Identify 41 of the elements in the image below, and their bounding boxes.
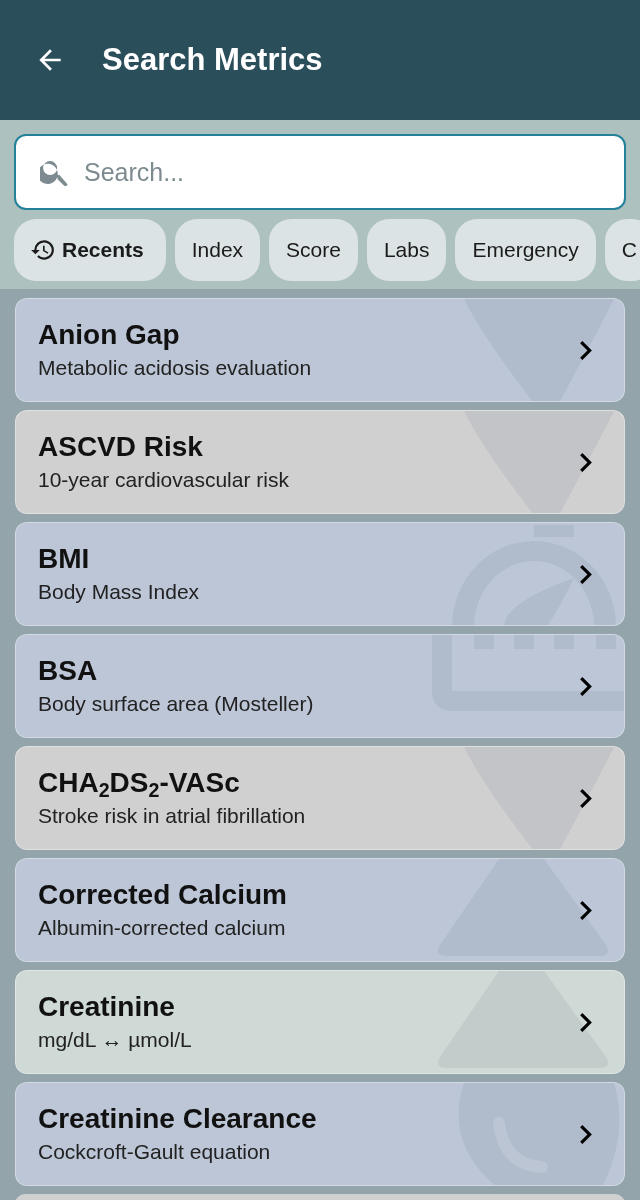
metric-card[interactable]: Anion Gap Metabolic acidosis evaluation: [15, 298, 625, 402]
metric-subtitle: Body surface area (Mosteller): [38, 691, 315, 717]
history-icon: [30, 237, 56, 263]
metric-subtitle: 10-year cardiovascular risk: [38, 467, 290, 493]
metric-card[interactable]: BSA Body surface area (Mosteller): [15, 634, 625, 738]
metric-subtitle: Body Mass Index: [38, 579, 201, 605]
filter-chip[interactable]: Recents: [14, 219, 166, 281]
metric-subtitle: Stroke risk in atrial fibrillation: [38, 803, 307, 829]
metric-title: Anion Gap: [38, 318, 181, 352]
chevron-right-icon: [580, 788, 592, 808]
metric-subtitle: Metabolic acidosis evaluation: [38, 355, 313, 381]
metric-card[interactable]: Corrected Calcium Albumin-corrected calcium: [15, 858, 625, 962]
metric-title: ASCVD Risk: [38, 430, 204, 464]
chevron-right-icon: [580, 564, 592, 584]
metric-title: BMI: [38, 542, 91, 576]
metric-card[interactable]: Creatinine Clearance Cockcroft-Gault equation: [15, 1082, 625, 1186]
metric-card[interactable]: BMI Body Mass Index: [15, 522, 625, 626]
metric-title: BSA: [38, 654, 99, 688]
metric-subtitle: Cockcroft-Gault equation: [38, 1139, 272, 1165]
metric-title: CHA$_{2}$DS$_{2}$-VASc: [38, 766, 241, 801]
chevron-right-icon: [580, 900, 592, 920]
filter-chip[interactable]: Score: [269, 219, 358, 281]
filter-chip[interactable]: Index: [174, 219, 261, 281]
screen-title: Search Metrics: [102, 42, 323, 78]
chevron-right-icon: [580, 1124, 592, 1144]
metric-card[interactable]: ASCVD Risk 10-year cardiovascular risk: [15, 410, 625, 514]
metric-title: Creatinine Clearance: [38, 1102, 318, 1136]
filter-chip[interactable]: C: [604, 219, 640, 281]
filter-chip[interactable]: Labs: [366, 219, 447, 281]
search-field[interactable]: Search...: [14, 134, 626, 210]
chevron-right-icon: [580, 1012, 592, 1032]
chevron-right-icon: [580, 676, 592, 696]
metric-subtitle: mg/dL ↔ µmol/L: [38, 1027, 193, 1053]
metric-title: Creatinine: [38, 990, 176, 1024]
metric-subtitle: Albumin-corrected calcium: [38, 915, 287, 941]
metric-title: Corrected Calcium: [38, 878, 288, 912]
metric-card[interactable]: Creatinine mg/dL ↔ µmol/L: [15, 970, 625, 1074]
chevron-right-icon: [580, 452, 592, 472]
metric-card[interactable]: CHA$_{2}$DS$_{2}$-VASc Stroke risk in atrial fibrillation: [15, 746, 625, 850]
filter-chip[interactable]: Emergency: [455, 219, 596, 281]
chevron-right-icon: [580, 340, 592, 360]
